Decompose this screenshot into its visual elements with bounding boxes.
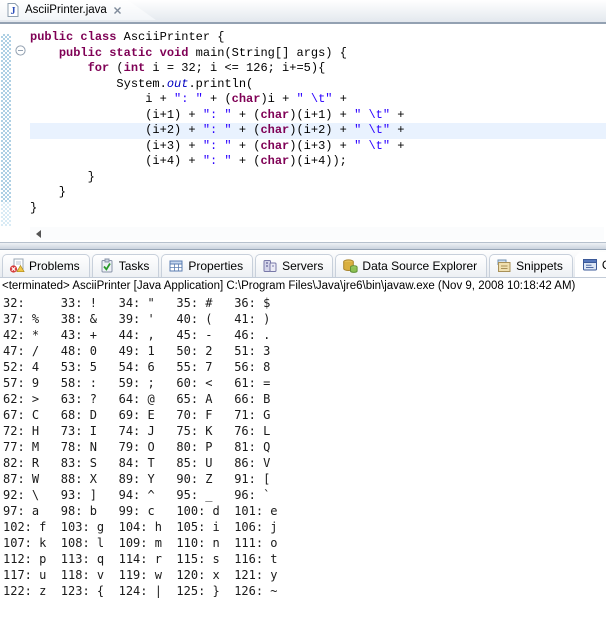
java-file-icon: J: [5, 2, 21, 18]
eclipse-window: J AsciiPrinter.java public class AsciiPr…: [0, 0, 606, 641]
code-line[interactable]: }: [30, 201, 606, 217]
editor-console-sash[interactable]: [0, 242, 606, 250]
code-line[interactable]: public class AsciiPrinter {: [30, 30, 606, 46]
console-output[interactable]: 32: 33: ! 34: " 35: # 36: $ 37: % 38: & …: [0, 293, 606, 599]
tab-data-source-explorer[interactable]: Data Source Explorer: [335, 254, 487, 277]
code-line[interactable]: }: [30, 185, 606, 201]
bottom-panel-tab-bar: Problems Tasks Properties Servers Data Sourc…: [0, 250, 606, 278]
console-icon: [582, 257, 598, 273]
range-indicator-strip-pale: [1, 202, 11, 226]
snippets-icon: [496, 258, 512, 274]
tasks-icon: [99, 258, 115, 274]
code-line[interactable]: i + ": " + (char)i + " \t" +: [30, 92, 606, 108]
tab-label: Tasks: [119, 259, 150, 273]
properties-icon: [168, 258, 184, 274]
code-line[interactable]: for (int i = 32; i <= 126; i+=5){: [30, 61, 606, 77]
tab-problems[interactable]: Problems: [2, 254, 90, 277]
tab-console[interactable]: Console: [575, 252, 606, 277]
code-line[interactable]: (i+4) + ": " + (char)(i+4));: [30, 154, 606, 170]
editor-tab-close-icon[interactable]: [113, 6, 122, 15]
code-line[interactable]: (i+3) + ": " + (char)(i+3) + " \t" +: [30, 139, 606, 155]
tab-snippets[interactable]: Snippets: [489, 254, 573, 277]
problems-icon: [9, 258, 25, 274]
editor-tab-asciiprinter[interactable]: J AsciiPrinter.java: [0, 0, 156, 20]
console-status-line: <terminated> AsciiPrinter [Java Applicat…: [0, 278, 606, 293]
code-line[interactable]: (i+2) + ": " + (char)(i+2) + " \t" +: [30, 123, 606, 139]
code-line[interactable]: }: [30, 170, 606, 186]
code-area[interactable]: public class AsciiPrinter { public stati…: [30, 24, 606, 216]
svg-text:J: J: [11, 6, 16, 17]
tab-tasks[interactable]: Tasks: [92, 254, 160, 277]
code-line[interactable]: (i+1) + ": " + (char)(i+1) + " \t" +: [30, 108, 606, 124]
servers-icon: [262, 258, 278, 274]
scroll-left-arrow-icon[interactable]: [36, 230, 41, 238]
fold-collapse-icon[interactable]: [15, 45, 26, 56]
code-line[interactable]: public static void main(String[] args) {: [30, 46, 606, 62]
tab-properties[interactable]: Properties: [161, 254, 253, 277]
range-indicator-strip: [1, 34, 11, 202]
tab-label: Snippets: [516, 259, 563, 273]
code-line[interactable]: System.out.println(: [30, 77, 606, 93]
tab-servers[interactable]: Servers: [255, 254, 333, 277]
data-source-explorer-icon: [342, 258, 358, 274]
tab-label: Data Source Explorer: [362, 259, 477, 273]
console-view: <terminated> AsciiPrinter [Java Applicat…: [0, 278, 606, 641]
tab-label: Console: [602, 258, 606, 272]
editor-tab-bar: J AsciiPrinter.java: [0, 0, 606, 24]
code-editor[interactable]: public class AsciiPrinter { public stati…: [0, 24, 606, 242]
editor-tab-label: AsciiPrinter.java: [25, 4, 107, 16]
tab-label: Problems: [29, 259, 80, 273]
tab-label: Properties: [188, 259, 243, 273]
tab-label: Servers: [282, 259, 323, 273]
editor-horizontal-scrollbar[interactable]: [30, 227, 604, 240]
